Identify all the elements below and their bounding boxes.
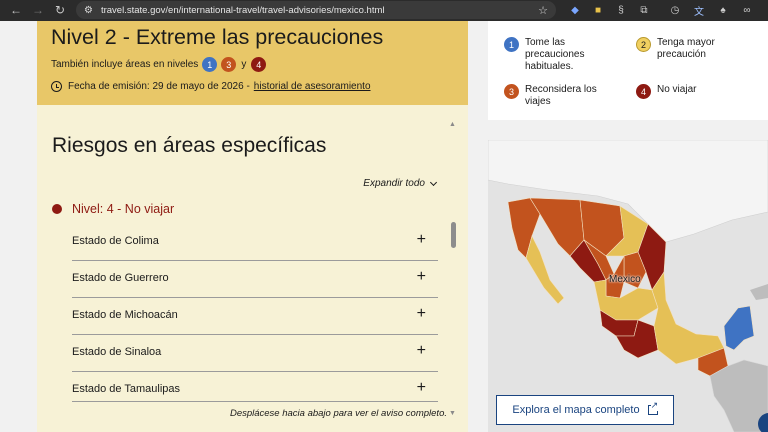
extension-link-icon[interactable]: §: [614, 3, 628, 17]
state-name: Estado de Colima: [72, 235, 159, 247]
level-4-dot-icon: [52, 204, 62, 214]
level-2-badge: 2: [636, 37, 651, 52]
scroll-down-arrow-icon[interactable]: ▼: [449, 410, 456, 417]
chevron-down-icon: [429, 178, 438, 186]
clock-icon: [51, 81, 62, 92]
area-risks-title: Riesgos en áreas específicas: [52, 134, 327, 157]
advisory-history-link[interactable]: historial de asesoramiento: [254, 81, 371, 92]
url-text: travel.state.gov/en/international-travel…: [100, 4, 385, 16]
legend-label: Tome las precauciones habituales.: [525, 37, 585, 72]
state-accordion-colima[interactable]: Estado de Colima +: [72, 224, 438, 261]
forward-arrow-icon[interactable]: →: [28, 0, 48, 20]
advisory-level-title: Nivel 2 - Extreme las precauciones: [51, 25, 384, 49]
expand-all-label: Expandir todo: [363, 178, 425, 189]
area-risks-panel: Riesgos en áreas específicas Expandir to…: [37, 105, 468, 432]
map-country-label: Mexico: [609, 274, 641, 285]
extensions-puzzle-icon[interactable]: ⧉: [637, 3, 651, 17]
plus-icon: +: [416, 268, 426, 285]
bookmark-star-icon[interactable]: ☆: [538, 4, 548, 17]
scroll-up-arrow-icon[interactable]: ▲: [449, 121, 456, 128]
translate-icon[interactable]: 文: [692, 3, 706, 18]
link-chain-icon[interactable]: ∞: [740, 3, 754, 17]
level-4-badge: 4: [251, 57, 267, 72]
level-3-badge: 3: [221, 57, 237, 72]
issue-date-text: Fecha de emisión: 29 de mayo de 2026 -: [68, 81, 250, 92]
site-info-icon[interactable]: ⚙: [84, 5, 93, 16]
reload-icon[interactable]: ↻: [50, 0, 70, 20]
state-accordion-guerrero[interactable]: Estado de Guerrero +: [72, 261, 438, 298]
level-1-badge: 1: [202, 57, 218, 72]
issue-date-line: Fecha de emisión: 29 de mayo de 2026 - h…: [51, 81, 371, 92]
and-word: y: [241, 59, 247, 70]
browser-toolbar: ← → ↻ ⚙ travel.state.gov/en/internationa…: [0, 0, 768, 21]
advisory-level-banner: Nivel 2 - Extreme las precauciones Tambi…: [37, 21, 468, 105]
plus-icon: +: [416, 342, 426, 359]
plus-icon: +: [416, 379, 426, 396]
address-bar[interactable]: ⚙ travel.state.gov/en/international-trav…: [76, 1, 556, 19]
extension-shield-icon[interactable]: ◆: [568, 3, 582, 17]
incognito-icon[interactable]: ♠: [716, 3, 730, 17]
legend-label: Reconsidera los viajes: [525, 84, 597, 107]
advisory-map[interactable]: Mexico Explora el mapa completo: [488, 140, 768, 432]
state-accordion-tamaulipas[interactable]: Estado de Tamaulipas +: [72, 372, 438, 402]
scroll-thumb[interactable]: [451, 222, 456, 248]
state-name: Estado de Guerrero: [72, 272, 169, 284]
page-content: Nivel 2 - Extreme las precauciones Tambi…: [0, 21, 768, 432]
mexico-map-graphic: [488, 140, 768, 432]
risks-scrollbar[interactable]: ▲ ▼: [448, 121, 458, 417]
level-4-badge: 4: [636, 84, 651, 99]
legend-item-level-1: 1 Tome las precauciones habituales.: [504, 37, 614, 73]
state-name: Estado de Tamaulipas: [72, 383, 181, 395]
state-name: Estado de Sinaloa: [72, 346, 162, 358]
plus-icon: +: [416, 305, 426, 322]
level-4-heading-text: Nivel: 4 - No viajar: [72, 202, 175, 216]
legend-item-level-4: 4 No viajar: [636, 84, 756, 99]
also-includes-text: También incluye áreas en niveles: [51, 59, 199, 70]
state-accordion-sinaloa[interactable]: Estado de Sinaloa +: [72, 335, 438, 372]
plus-icon: +: [416, 231, 426, 248]
history-icon[interactable]: ◷: [668, 3, 682, 17]
legend-item-level-2: 2 Tenga mayor precaución: [636, 37, 756, 61]
state-accordion-michoacan[interactable]: Estado de Michoacán +: [72, 298, 438, 335]
state-name: Estado de Michoacán: [72, 309, 178, 321]
explore-full-map-label: Explora el mapa completo: [512, 404, 640, 416]
level-1-badge: 1: [504, 37, 519, 52]
scroll-hint-text: Desplácese hacia abajo para ver el aviso…: [229, 408, 447, 419]
external-link-icon: [647, 400, 659, 415]
extension-note-icon[interactable]: ■: [591, 3, 605, 17]
advisory-legend: 1 Tome las precauciones habituales. 2 Te…: [488, 21, 768, 120]
legend-label: Tenga mayor precaución: [657, 37, 715, 60]
legend-label: No viajar: [657, 84, 697, 95]
level-4-heading: Nivel: 4 - No viajar: [52, 202, 174, 216]
explore-full-map-button[interactable]: Explora el mapa completo: [496, 395, 674, 425]
level-3-badge: 3: [504, 84, 519, 99]
legend-item-level-3: 3 Reconsidera los viajes: [504, 84, 624, 108]
back-arrow-icon[interactable]: ←: [6, 0, 26, 20]
also-includes-levels: También incluye áreas en niveles 1 3 y 4: [51, 57, 267, 72]
expand-all-button[interactable]: Expandir todo: [363, 178, 438, 189]
